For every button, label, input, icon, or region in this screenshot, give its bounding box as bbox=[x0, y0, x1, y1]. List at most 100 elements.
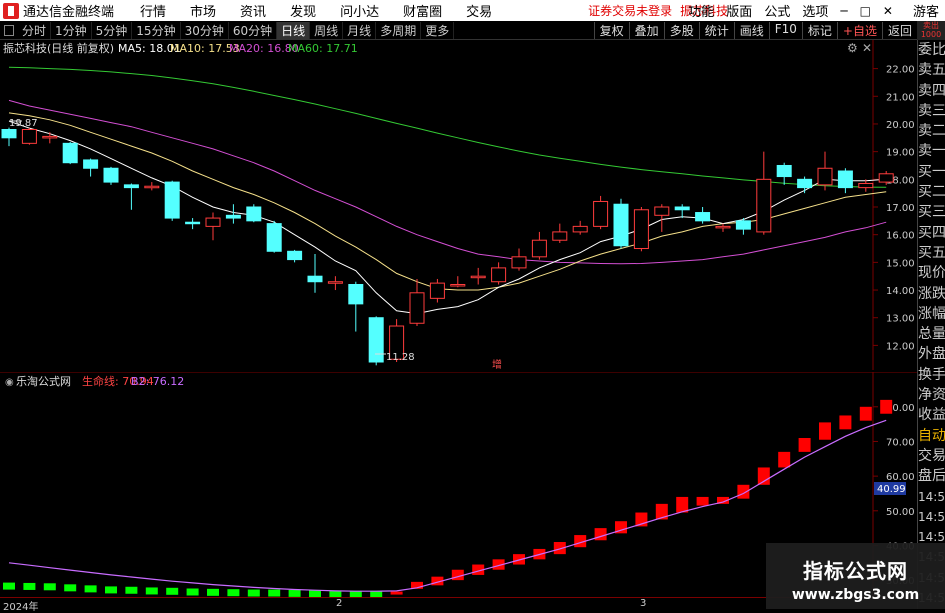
minimize-button[interactable]: ─ bbox=[834, 4, 853, 18]
period-tab[interactable]: 1分钟 bbox=[51, 21, 92, 39]
life-bar bbox=[819, 422, 831, 440]
top-menu-item[interactable]: 问小达 bbox=[328, 1, 391, 20]
life-bar bbox=[23, 582, 36, 590]
candle-body bbox=[450, 284, 466, 287]
chart-close-icon[interactable]: ✕ bbox=[862, 41, 872, 55]
period-tab[interactable]: 更多 bbox=[421, 21, 455, 39]
life-bar bbox=[43, 583, 56, 591]
toolbar-button[interactable]: F10 bbox=[768, 21, 802, 39]
period-tabs: 分时 1分钟 5分钟 15分钟 30分钟 60分钟 日线 周线 月线 多周期 更多 bbox=[18, 21, 455, 39]
b2-line bbox=[8, 419, 887, 592]
quote-sidepanel: 委比 卖五 卖四 卖三 卖二 卖一 买一 买二 买三 买四 买五 现价 涨跌 涨幅 总量 外盘 换手 净资 收益 自动… bbox=[917, 40, 945, 609]
candle-body bbox=[674, 206, 690, 211]
life-bar bbox=[798, 438, 811, 452]
menu-formula[interactable]: 公式 bbox=[758, 1, 796, 20]
candle-body bbox=[1, 129, 17, 139]
app-logo-icon bbox=[3, 2, 19, 19]
login-notice[interactable]: 证券交易未登录 bbox=[588, 2, 672, 19]
period-tab[interactable]: 月线 bbox=[343, 21, 377, 39]
ma60-label: MA60: 17.71 bbox=[288, 42, 358, 55]
sidepanel-item: 自动 bbox=[918, 427, 945, 444]
period-tab[interactable]: 周线 bbox=[310, 21, 344, 39]
period-tab[interactable]: 15分钟 bbox=[132, 21, 181, 39]
watermark-url: www.zbgs3.com bbox=[791, 587, 920, 603]
sidepanel-header-label: 卖出 bbox=[923, 21, 939, 30]
toolbar-button[interactable]: 复权 bbox=[593, 21, 629, 39]
sidepanel-item: 卖一 bbox=[918, 143, 945, 160]
sidepanel-item: 卖四 bbox=[918, 82, 945, 99]
period-tab[interactable]: 30分钟 bbox=[181, 21, 229, 39]
candle-body bbox=[225, 214, 241, 219]
high-annotation: 19.87 bbox=[9, 118, 38, 129]
sidepanel-header: 卖出 1000 bbox=[917, 21, 945, 40]
life-bar bbox=[390, 591, 403, 595]
candle-body bbox=[878, 173, 894, 183]
toolbar-button[interactable]: 标记 bbox=[801, 21, 837, 39]
toolbar-button[interactable]: 画线 bbox=[733, 21, 769, 39]
candle-body bbox=[205, 217, 221, 227]
candle-body bbox=[123, 184, 139, 189]
sub-tick-label: 50.00 bbox=[886, 507, 915, 518]
candle-body bbox=[307, 275, 323, 283]
life-bar bbox=[247, 589, 260, 597]
period-tab[interactable]: 60分钟 bbox=[229, 21, 278, 39]
price-tick-label: 20.00 bbox=[886, 120, 915, 131]
life-bar bbox=[84, 585, 97, 593]
candle-body bbox=[837, 170, 853, 189]
title-bar: 通达信金融终端 行情 市场 资讯 发现 问小达 财富圈 交易 证券交易未登录 振芯科技 功能… bbox=[0, 0, 945, 21]
close-button[interactable]: ✕ bbox=[877, 4, 899, 18]
life-bar bbox=[757, 467, 770, 485]
sidepanel-item: 总量 bbox=[918, 326, 945, 343]
candle-body bbox=[429, 282, 445, 299]
candle-body bbox=[348, 284, 364, 305]
toolbar-button[interactable]: +自选 bbox=[836, 21, 882, 39]
toolbar-button[interactable]: 多股 bbox=[663, 21, 699, 39]
maximize-button[interactable]: □ bbox=[854, 4, 877, 18]
chart-settings-icon[interactable]: ⚙ bbox=[847, 41, 858, 55]
life-bar bbox=[186, 588, 199, 596]
top-menu-item[interactable]: 资讯 bbox=[228, 1, 278, 20]
period-tab[interactable]: 日线 bbox=[277, 21, 311, 39]
candle-body bbox=[409, 292, 425, 324]
toolbar-button[interactable]: 叠加 bbox=[628, 21, 664, 39]
sidepanel-item: 外盘 bbox=[918, 346, 945, 363]
life-bars bbox=[3, 399, 893, 597]
price-tick-label: 21.00 bbox=[886, 92, 915, 103]
toolbar-button[interactable]: 返回 bbox=[881, 21, 917, 39]
guest-label[interactable]: 游客 bbox=[907, 1, 945, 20]
sidepanel-item: 买三 bbox=[918, 204, 945, 221]
period-tab[interactable]: 多周期 bbox=[376, 21, 422, 39]
menu-options[interactable]: 选项 bbox=[796, 1, 834, 20]
life-bar bbox=[64, 584, 77, 592]
main-kline-chart[interactable]: 振芯科技(日线 前复权) MA5: 18.01 MA10: 17.53 MA20… bbox=[0, 40, 917, 370]
date-label-mar: 3 bbox=[640, 598, 647, 609]
top-menu-item[interactable]: 发现 bbox=[278, 1, 328, 20]
candle-body bbox=[654, 206, 670, 216]
sub-tick-label: 60.00 bbox=[886, 472, 915, 483]
top-menu-item[interactable]: 行情 bbox=[128, 1, 178, 20]
indicator-name[interactable]: 乐淘公式网 bbox=[16, 375, 71, 388]
top-menu-item[interactable]: 财富圈 bbox=[391, 1, 454, 20]
candle-body bbox=[368, 317, 384, 363]
candle-body bbox=[613, 203, 629, 247]
candle-body bbox=[266, 223, 282, 252]
period-tab[interactable]: 5分钟 bbox=[92, 21, 133, 39]
life-bar bbox=[288, 589, 301, 597]
top-menu-item[interactable]: 市场 bbox=[178, 1, 228, 20]
candles bbox=[1, 127, 894, 366]
zeng-marker: 增 bbox=[492, 358, 502, 370]
top-menu-item[interactable]: 交易 bbox=[454, 1, 504, 20]
ma20-line bbox=[8, 99, 887, 265]
sidepanel-item: 委比 bbox=[918, 42, 945, 58]
sidepanel-item: 14:56 bbox=[918, 509, 945, 524]
life-bar bbox=[105, 586, 117, 594]
menu-layout[interactable]: 版面 bbox=[720, 1, 758, 20]
period-tab[interactable]: 分时 bbox=[18, 21, 52, 39]
panel-toggle-icon[interactable] bbox=[4, 24, 14, 36]
menu-function[interactable]: 功能 bbox=[682, 1, 720, 20]
sidepanel-item: 涨幅 bbox=[918, 305, 945, 322]
toolbar-button[interactable]: 统计 bbox=[698, 21, 734, 39]
candle-body bbox=[756, 178, 772, 233]
candle-body bbox=[633, 209, 649, 250]
life-bar bbox=[268, 589, 281, 597]
